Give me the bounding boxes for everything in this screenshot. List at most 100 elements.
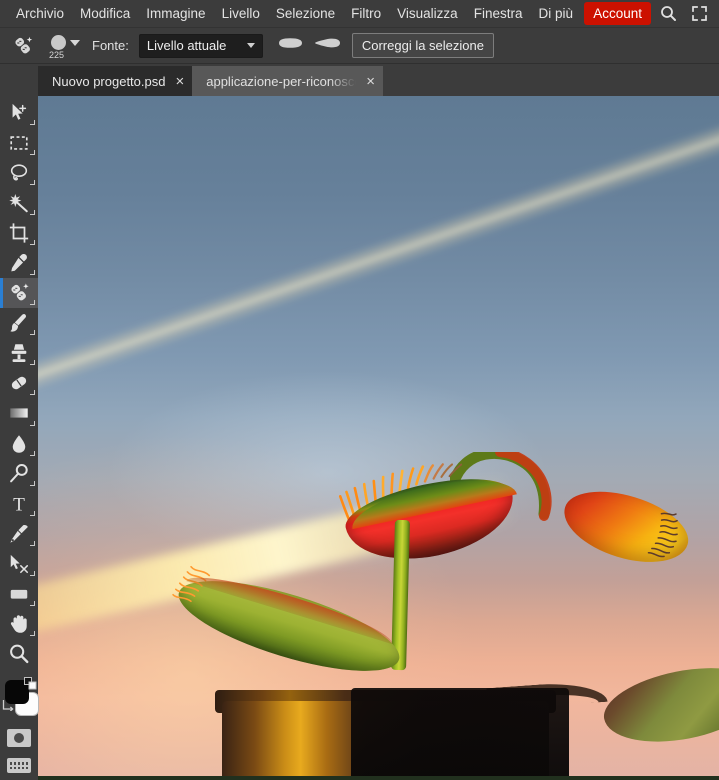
search-icon[interactable] [654,2,682,26]
sidebar-item-eraser-tool[interactable] [0,368,38,398]
sidebar-item-rectangular-marquee-tool[interactable] [0,128,38,158]
tool-options-corner-icon [30,450,35,456]
sidebar-item-zoom-tool[interactable] [0,639,38,669]
tool-options-bar: 225 Fonte: Livello attuale Correggi la s… [0,28,719,64]
menu-finestra[interactable]: Finestra [466,2,531,25]
keyboard-row [9,762,29,765]
keyboard-key [13,762,17,765]
tool-options-corner-icon [30,210,35,216]
brush-size-value: 225 [49,49,65,60]
keyboard-shortcuts-icon[interactable] [0,752,38,780]
sidebar-item-crop-tool[interactable] [0,218,38,248]
tool-options-corner-icon [30,330,35,336]
tool-options-corner-icon [30,300,35,306]
tab-title: Nuovo progetto.psd [52,73,166,89]
menu-modifica[interactable]: Modifica [72,2,138,25]
sidebar-item-pen-tool[interactable] [0,519,38,549]
sidebar-item-magic-wand-tool[interactable] [0,188,38,218]
tool-options-corner-icon [30,390,35,396]
menu-di-piu[interactable]: Di più [530,2,581,25]
sidebar-item-gradient-tool[interactable] [0,398,38,428]
tool-options-corner-icon [30,600,35,606]
document-tab-bar: Nuovo progetto.psd × applicazione-per-ri… [0,64,719,96]
carnivorous-plant-photo [38,96,719,780]
tool-options-corner-icon [30,240,35,246]
photo-editor-window: Archivio Modifica Immagine Livello Selez… [0,0,719,780]
chevron-down-icon [246,43,255,48]
tab-applicazione-per-riconoscere[interactable]: applicazione-per-riconoscere × [192,66,383,96]
chevron-down-icon [70,39,80,46]
tool-options-corner-icon [30,150,35,156]
menu-selezione[interactable]: Selezione [268,2,343,25]
workspace: T [0,96,719,780]
keyboard-row [9,766,29,770]
tool-options-corner-icon [30,630,35,636]
sidebar-item-path-selection-tool[interactable] [0,549,38,579]
keyboard-key [25,762,29,765]
image-canvas[interactable] [38,96,719,780]
sidebar-item-shape-tool[interactable] [0,579,38,609]
menu-visualizza[interactable]: Visualizza [389,2,466,25]
fullscreen-icon[interactable] [685,2,713,26]
tool-options-corner-icon [30,540,35,546]
sidebar-item-clone-stamp-tool[interactable] [0,338,38,368]
close-icon[interactable]: × [175,74,184,89]
sidebar-item-lasso-tool[interactable] [0,158,38,188]
tools-panel: T [0,96,39,780]
source-select-value: Livello attuale [146,38,227,53]
menu-immagine[interactable]: Immagine [138,2,213,25]
pot-shadow [351,687,570,780]
tool-options-corner-icon [30,510,35,516]
close-icon[interactable]: × [366,74,375,89]
healing-brush-icon [8,35,38,57]
sidebar-item-move-tool[interactable] [0,98,38,128]
sidebar-item-text-tool[interactable]: T [0,489,38,519]
tab-nuovo-progetto[interactable]: Nuovo progetto.psd × [38,66,193,96]
trap-main [338,452,548,582]
screen-mode-icon[interactable] [0,724,38,752]
brush-shape-taper-icon[interactable] [314,36,342,55]
swap-colors-icon[interactable] [2,698,14,716]
sidebar-item-hand-tool[interactable] [0,609,38,639]
tool-options-corner-icon [30,420,35,426]
keyboard-key [25,766,29,770]
keyboard-key [9,762,13,765]
brush-shape-toggles [277,36,342,55]
screen-mode-chip [7,728,31,747]
tab-title: applicazione-per-riconoscere [206,73,356,89]
keyboard-chip [7,758,31,774]
keyboard-key [17,762,21,765]
svg-text:T: T [13,494,25,515]
keyboard-key [13,766,17,770]
tool-options-corner-icon [30,270,35,276]
account-button[interactable]: Account [584,2,651,25]
keyboard-key [9,766,13,770]
brush-preview-dot [51,34,66,50]
tool-options-corner-icon [30,570,35,576]
color-swatches [0,673,39,724]
source-label: Fonte: [92,38,129,53]
source-select[interactable]: Livello attuale [138,33,263,58]
tool-options-corner-icon [30,360,35,366]
tool-options-corner-icon [30,180,35,186]
sidebar-item-blur-tool[interactable] [0,429,38,459]
sidebar-item-brush-tool[interactable] [0,308,38,338]
screen-mode-dot [14,732,24,743]
brush-size-picker[interactable]: 225 [48,31,82,61]
default-colors-icon[interactable] [24,676,37,695]
fix-selection-button[interactable]: Correggi la selezione [351,33,494,58]
image-bottom-border [38,776,719,780]
keyboard-key [21,766,25,770]
sidebar-item-dodge-tool[interactable] [0,459,38,489]
sidebar-item-healing-brush-tool[interactable] [0,278,38,309]
keyboard-key [17,766,21,770]
tool-options-corner-icon [30,480,35,486]
brush-shape-round-icon[interactable] [277,36,305,55]
sidebar-item-eyedropper-tool[interactable] [0,248,38,278]
keyboard-key [21,762,25,765]
menu-filtro[interactable]: Filtro [343,2,389,25]
menu-livello[interactable]: Livello [214,2,268,25]
menu-bar: Archivio Modifica Immagine Livello Selez… [0,0,719,28]
menu-archivio[interactable]: Archivio [8,2,72,25]
tool-options-corner-icon [30,120,35,126]
